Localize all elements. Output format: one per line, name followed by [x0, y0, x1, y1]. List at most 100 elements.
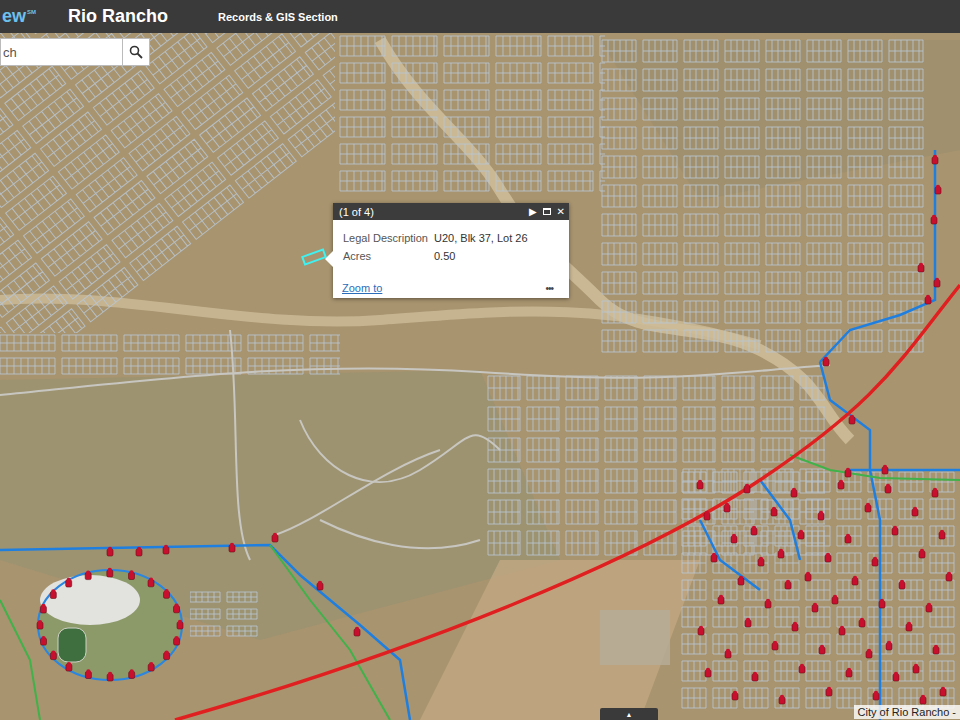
hydrant-icon[interactable] [818, 511, 824, 520]
hydrant-icon[interactable] [946, 572, 952, 581]
hydrant-icon[interactable] [174, 636, 180, 645]
hydrant-icon[interactable] [838, 480, 844, 489]
map-view[interactable]: (1 of 4)▶✕Legal DescriptionU20, Blk 37, … [0, 33, 960, 720]
hydrant-icon[interactable] [899, 580, 905, 589]
hydrant-icon[interactable] [698, 626, 704, 635]
hydrant-icon[interactable] [798, 530, 804, 539]
hydrant-icon[interactable] [129, 669, 135, 678]
hydrant-icon[interactable] [939, 530, 945, 539]
hydrant-icon[interactable] [725, 649, 731, 658]
hydrant-icon[interactable] [825, 553, 831, 562]
selected-parcel[interactable] [302, 249, 325, 264]
map-canvas[interactable] [0, 33, 960, 720]
hydrant-icon[interactable] [758, 557, 764, 566]
hydrant-icon[interactable] [886, 641, 892, 650]
hydrant-icon[interactable] [859, 618, 865, 627]
hydrant-icon[interactable] [791, 488, 797, 497]
hydrant-icon[interactable] [738, 576, 744, 585]
hydrant-icon[interactable] [926, 603, 932, 612]
hydrant-icon[interactable] [849, 415, 855, 424]
hydrant-icon[interactable] [107, 568, 113, 577]
hydrant-icon[interactable] [744, 484, 750, 493]
hydrant-icon[interactable] [893, 672, 899, 681]
hydrant-icon[interactable] [40, 604, 46, 613]
hydrant-icon[interactable] [913, 664, 919, 673]
hydrant-icon[interactable] [852, 576, 858, 585]
hydrant-icon[interactable] [705, 668, 711, 677]
hydrant-icon[interactable] [935, 185, 941, 194]
hydrant-icon[interactable] [85, 570, 91, 579]
hydrant-icon[interactable] [66, 662, 72, 671]
hydrant-icon[interactable] [697, 480, 703, 489]
hydrant-icon[interactable] [129, 570, 135, 579]
hydrant-icon[interactable] [50, 589, 56, 598]
hydrant-icon[interactable] [164, 589, 170, 598]
hydrant-icon[interactable] [839, 626, 845, 635]
hydrant-icon[interactable] [823, 357, 829, 366]
hydrant-icon[interactable] [765, 599, 771, 608]
hydrant-icon[interactable] [354, 627, 360, 636]
hydrant-icon[interactable] [865, 503, 871, 512]
hydrant-icon[interactable] [846, 668, 852, 677]
hydrant-icon[interactable] [932, 155, 938, 164]
hydrant-icon[interactable] [826, 687, 832, 696]
hydrant-icon[interactable] [885, 484, 891, 493]
hydrant-icon[interactable] [704, 511, 710, 520]
hydrant-icon[interactable] [918, 263, 924, 272]
search-button[interactable] [122, 38, 150, 66]
hydrant-icon[interactable] [272, 533, 278, 542]
hydrant-icon[interactable] [866, 649, 872, 658]
hydrant-icon[interactable] [778, 549, 784, 558]
hydrant-icon[interactable] [66, 578, 72, 587]
hydrant-icon[interactable] [792, 622, 798, 631]
hydrant-icon[interactable] [772, 641, 778, 650]
hydrant-icon[interactable] [177, 620, 183, 629]
hydrant-icon[interactable] [920, 695, 926, 704]
hydrant-icon[interactable] [906, 622, 912, 631]
hydrant-icon[interactable] [919, 549, 925, 558]
hydrant-icon[interactable] [932, 488, 938, 497]
hydrant-icon[interactable] [845, 534, 851, 543]
hydrant-icon[interactable] [718, 595, 724, 604]
hydrant-icon[interactable] [37, 620, 43, 629]
hydrant-icon[interactable] [873, 691, 879, 700]
search-input[interactable] [0, 38, 122, 66]
hydrant-icon[interactable] [752, 672, 758, 681]
hydrant-icon[interactable] [174, 604, 180, 613]
hydrant-icon[interactable] [85, 669, 91, 678]
hydrant-icon[interactable] [771, 507, 777, 516]
hydrant-icon[interactable] [148, 662, 154, 671]
hydrant-icon[interactable] [892, 526, 898, 535]
hydrant-icon[interactable] [845, 468, 851, 477]
hydrant-icon[interactable] [317, 581, 323, 590]
hydrant-icon[interactable] [724, 503, 730, 512]
collapse-tab[interactable]: ▲ [600, 708, 658, 720]
hydrant-icon[interactable] [148, 578, 154, 587]
hydrant-icon[interactable] [872, 557, 878, 566]
hydrant-icon[interactable] [912, 507, 918, 516]
zoom-to-link[interactable]: Zoom to [342, 282, 382, 294]
hydrant-icon[interactable] [163, 545, 169, 554]
hydrant-icon[interactable] [745, 618, 751, 627]
hydrant-icon[interactable] [41, 636, 47, 645]
maximize-icon[interactable] [543, 208, 551, 215]
hydrant-icon[interactable] [812, 603, 818, 612]
hydrant-icon[interactable] [229, 543, 235, 552]
hydrant-icon[interactable] [751, 526, 757, 535]
hydrant-icon[interactable] [107, 672, 113, 681]
hydrant-icon[interactable] [879, 599, 885, 608]
hydrant-icon[interactable] [711, 553, 717, 562]
hydrant-icon[interactable] [940, 687, 946, 696]
hydrant-icon[interactable] [934, 278, 940, 287]
hydrant-icon[interactable] [136, 547, 142, 556]
hydrant-icon[interactable] [785, 580, 791, 589]
hydrant-icon[interactable] [931, 215, 937, 224]
hydrant-icon[interactable] [882, 465, 888, 474]
hydrant-icon[interactable] [933, 645, 939, 654]
hydrant-icon[interactable] [819, 645, 825, 654]
hydrant-icon[interactable] [925, 295, 931, 304]
hydrant-icon[interactable] [107, 547, 113, 556]
hydrant-icon[interactable] [50, 650, 56, 659]
hydrant-icon[interactable] [805, 572, 811, 581]
close-icon[interactable]: ✕ [557, 206, 565, 217]
